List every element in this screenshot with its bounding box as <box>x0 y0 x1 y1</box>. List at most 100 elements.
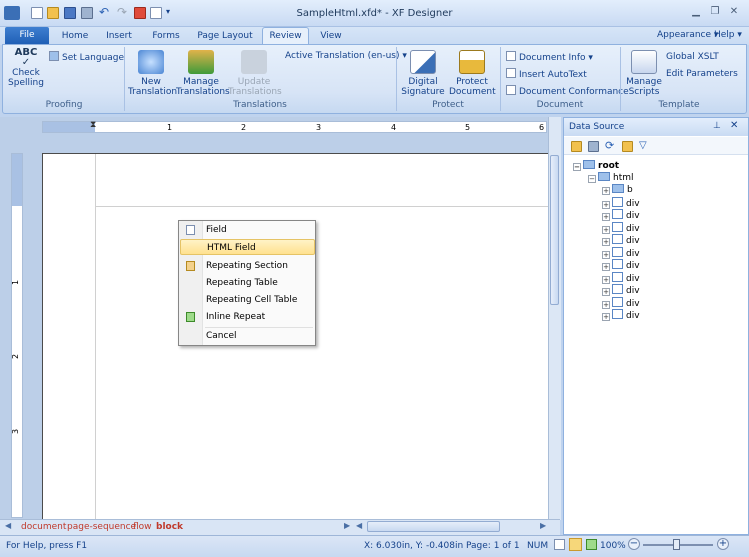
horizontal-scroll-thumb[interactable] <box>367 521 500 532</box>
group-label-document: Document <box>536 100 584 110</box>
breadcrumb-item-page-sequence[interactable]: page-sequence <box>67 522 136 532</box>
new-data-source-icon[interactable] <box>571 141 582 152</box>
menu-item-label: Cancel <box>206 331 237 341</box>
collapse-icon[interactable]: − <box>588 175 596 183</box>
status-help-text: For Help, press F1 <box>6 541 88 551</box>
tree-node-label: div <box>626 299 640 309</box>
menu-item-label: Repeating Table <box>206 278 278 288</box>
group-label-translations: Translations <box>233 100 287 110</box>
tree-node-html[interactable]: − html <box>588 172 634 184</box>
tree-node-div[interactable]: + div <box>602 309 640 321</box>
menu-item-repeating-table[interactable]: Repeating Table <box>180 275 315 291</box>
tab-page-layout[interactable]: Page Layout <box>194 29 256 44</box>
expand-icon[interactable]: + <box>602 301 610 309</box>
zoom-slider-thumb[interactable] <box>673 539 680 550</box>
save-data-source-icon[interactable] <box>588 141 599 152</box>
breadcrumb-item-block[interactable]: block <box>156 522 183 532</box>
panel-close-icon[interactable]: ✕ <box>730 120 738 131</box>
breadcrumb-right-arrow-icon[interactable]: ▶ <box>344 521 350 530</box>
tree-node-div[interactable]: + div <box>602 222 640 234</box>
breadcrumb-left-arrow-icon[interactable]: ◀ <box>5 521 11 530</box>
menu-item-field[interactable]: Field <box>180 222 315 238</box>
tree-node-div[interactable]: + div <box>602 259 640 271</box>
close-icon[interactable]: ✕ <box>728 6 740 18</box>
digital-signature-icon <box>410 50 436 74</box>
tab-review[interactable]: Review <box>262 27 309 45</box>
view-draft-icon[interactable] <box>554 539 565 550</box>
scroll-right-icon[interactable]: ▶ <box>540 521 546 530</box>
document-info-button[interactable]: Document Info ▾ <box>506 51 593 64</box>
tree-node-div[interactable]: + div <box>602 272 640 284</box>
tree-node-div[interactable]: + div <box>602 284 640 296</box>
protect-document-button[interactable]: Protect Document <box>449 50 496 97</box>
tree-node-div[interactable]: + div <box>602 247 640 259</box>
menu-item-inline-repeat[interactable]: Inline Repeat <box>180 309 315 325</box>
vertical-scroll-thumb[interactable] <box>550 155 559 305</box>
digital-signature-button[interactable]: Digital Signature <box>400 50 446 97</box>
zoom-out-icon[interactable]: − <box>628 538 640 550</box>
vertical-ruler[interactable]: 1 2 3 <box>11 153 23 518</box>
breadcrumb-item-document[interactable]: document <box>21 522 66 532</box>
expand-icon[interactable]: + <box>602 213 610 221</box>
set-language-button[interactable]: Set Language <box>49 51 124 64</box>
document-conformance-button[interactable]: Document Conformance <box>506 85 629 98</box>
global-xslt-button[interactable]: Global XSLT <box>666 51 719 63</box>
scroll-left-icon[interactable]: ◀ <box>356 521 362 530</box>
insert-autotext-button[interactable]: Insert AutoText <box>506 68 587 81</box>
status-num-lock: NUM <box>527 541 549 551</box>
restore-icon[interactable]: ❐ <box>709 6 721 18</box>
menu-item-repeating-cell-table[interactable]: Repeating Cell Table <box>180 292 315 308</box>
tree-node-b[interactable]: + b <box>602 184 633 196</box>
ribbon-separator <box>500 47 501 111</box>
tab-view[interactable]: View <box>316 29 346 44</box>
horizontal-ruler[interactable]: ⧗ 1 2 3 4 5 6 <box>42 120 547 133</box>
tree-node-div[interactable]: + div <box>602 197 640 209</box>
breadcrumb-item-flow[interactable]: flow <box>133 522 152 532</box>
new-translation-button[interactable]: New Translation <box>128 50 177 97</box>
expand-icon[interactable]: + <box>602 238 610 246</box>
tree-node-div[interactable]: + div <box>602 234 640 246</box>
tab-forms[interactable]: Forms <box>148 29 184 44</box>
minimize-icon[interactable]: ▁ <box>690 6 702 18</box>
menu-item-html-field[interactable]: HTML Field <box>180 239 315 255</box>
active-translation-dropdown[interactable]: Active Translation (en-us) ▾ <box>285 50 407 62</box>
menu-item-repeating-section[interactable]: Repeating Section <box>180 258 315 274</box>
expand-icon[interactable]: + <box>602 288 610 296</box>
tab-home[interactable]: Home <box>58 29 92 44</box>
collapse-icon[interactable]: − <box>573 163 581 171</box>
expand-icon[interactable]: + <box>602 313 610 321</box>
refresh-icon[interactable]: ⟳ <box>605 140 616 152</box>
expand-icon[interactable]: + <box>602 187 610 195</box>
indent-marker-icon[interactable]: ⧗ <box>90 120 96 130</box>
open-data-source-icon[interactable] <box>622 141 633 152</box>
manage-scripts-button[interactable]: Manage Scripts <box>624 50 664 97</box>
help-menu[interactable]: Help ▾ <box>714 30 742 40</box>
expand-icon[interactable]: + <box>602 263 610 271</box>
expand-icon[interactable]: + <box>602 276 610 284</box>
expand-icon[interactable]: + <box>602 251 610 259</box>
manage-translations-button[interactable]: Manage Translations <box>176 50 230 97</box>
view-layout-icon[interactable] <box>569 538 582 551</box>
zoom-in-icon[interactable]: + <box>717 538 729 550</box>
autotext-icon <box>506 68 516 78</box>
appearance-menu[interactable]: Appearance ▾ <box>657 30 718 40</box>
tree-node-label: div <box>626 224 640 234</box>
expand-icon[interactable]: + <box>602 201 610 209</box>
view-web-icon[interactable] <box>586 539 597 550</box>
expand-icon[interactable]: + <box>602 226 610 234</box>
tree-node-root[interactable]: − root <box>573 160 619 172</box>
tree-node-label: root <box>598 161 620 171</box>
menu-item-cancel[interactable]: Cancel <box>180 328 315 344</box>
tab-insert[interactable]: Insert <box>101 29 137 44</box>
filter-icon[interactable]: ▽ <box>639 141 650 152</box>
check-spelling-button[interactable]: ABC ✓ Check Spelling <box>8 48 44 89</box>
update-translations-button[interactable]: Update Translations <box>228 50 282 97</box>
file-tab[interactable]: File <box>5 27 49 44</box>
pin-icon[interactable]: ⊥ <box>713 121 721 131</box>
edit-parameters-button[interactable]: Edit Parameters <box>666 68 738 80</box>
tree-node-div[interactable]: + div <box>602 297 640 309</box>
tree-node-div[interactable]: + div <box>602 209 640 221</box>
tree-node-label: div <box>626 274 640 284</box>
ruler-tick: 4 <box>391 123 397 132</box>
zoom-level[interactable]: 100% <box>600 541 626 551</box>
